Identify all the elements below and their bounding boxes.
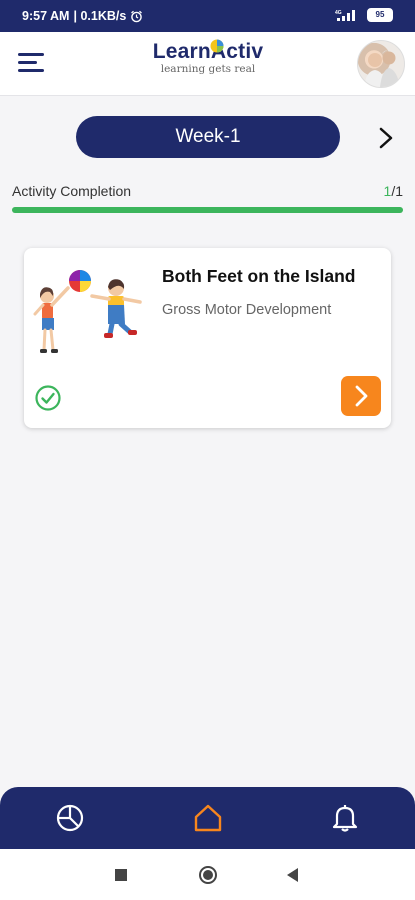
home-icon[interactable]	[192, 802, 224, 834]
pie-chart-icon[interactable]	[54, 802, 86, 834]
battery-level: 95	[375, 10, 385, 19]
total-count: /1	[391, 183, 403, 199]
bottom-navigation	[0, 787, 415, 849]
back-triangle-icon[interactable]	[285, 867, 301, 883]
activity-title: Both Feet on the Island	[162, 266, 356, 286]
check-circle-icon	[35, 385, 61, 411]
week-selector[interactable]: Week-1	[76, 116, 340, 158]
home-circle-icon[interactable]	[198, 865, 218, 885]
brand-tagline: learning gets real	[160, 63, 256, 75]
status-network-speed: | 0.1KB/s	[73, 9, 127, 23]
svg-text:4G: 4G	[335, 10, 342, 16]
recent-apps-icon[interactable]	[114, 868, 128, 882]
app-header: LearnActiv learning gets real	[0, 32, 415, 96]
activity-completion-count: 1/1	[384, 183, 403, 199]
hamburger-menu-icon[interactable]	[18, 51, 46, 75]
open-activity-button[interactable]	[341, 376, 381, 416]
completion-progress-fill	[12, 207, 403, 213]
alarm-icon	[131, 10, 143, 22]
signal-icon: 4G	[335, 9, 355, 21]
profile-avatar[interactable]	[357, 40, 405, 88]
brand-learn: Learn	[152, 40, 211, 63]
system-navigation-bar	[0, 849, 415, 900]
status-bar: 9:57 AM | 0.1KB/s 4G 95	[0, 0, 415, 32]
activity-category: Gross Motor Development	[162, 302, 332, 318]
activity-completion-label: Activity Completion	[12, 183, 132, 199]
logo-star-icon	[210, 39, 224, 53]
learnactiv-logo: LearnActiv learning gets real	[148, 39, 268, 88]
week-label: Week-1	[175, 126, 241, 147]
completion-progress-bar	[12, 207, 403, 213]
activity-card[interactable]: Both Feet on the Island Gross Motor Deve…	[24, 248, 391, 428]
bell-icon[interactable]	[329, 802, 361, 834]
battery-indicator: 95	[367, 8, 393, 22]
chevron-right-icon[interactable]	[374, 124, 398, 152]
kids-playing-ball-illustration	[33, 270, 142, 353]
status-time: 9:57 AM	[22, 9, 70, 23]
chevron-right-icon	[355, 385, 368, 407]
